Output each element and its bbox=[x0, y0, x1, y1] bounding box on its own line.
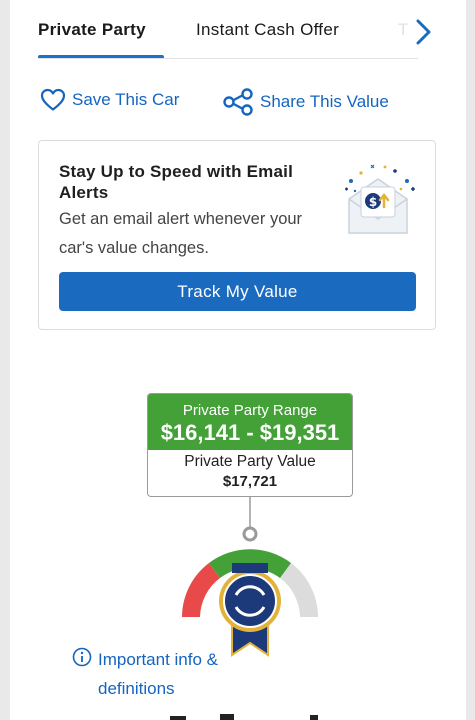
value-gauge bbox=[182, 497, 318, 657]
value-type-tabs: Private Party Instant Cash Offer T bbox=[38, 0, 458, 62]
private-party-value-box: Private Party Range $16,141 - $19,351 Pr… bbox=[147, 393, 353, 497]
email-alert-title: Stay Up to Speed with Email Alerts bbox=[59, 162, 293, 202]
svg-text:$: $ bbox=[369, 195, 377, 209]
email-alert-description: Get an email alert whenever your car's v… bbox=[59, 210, 303, 257]
private-party-value: $17,721 bbox=[222, 473, 278, 490]
heart-icon bbox=[40, 88, 66, 111]
badge-seal bbox=[219, 570, 281, 632]
email-alert-card: Stay Up to Speed with Email Alerts Get a… bbox=[38, 140, 436, 330]
range-label: Private Party Range bbox=[182, 402, 318, 419]
track-my-value-button[interactable]: Track My Value bbox=[59, 272, 416, 311]
tabs-divider bbox=[38, 58, 418, 59]
share-value-button[interactable]: Share This Value bbox=[222, 88, 389, 116]
page: Private Party Instant Cash Offer T Save … bbox=[10, 0, 466, 720]
important-info-link[interactable]: Important info & definitions bbox=[72, 645, 228, 703]
share-value-label: Share This Value bbox=[260, 92, 389, 111]
share-icon bbox=[223, 88, 253, 116]
range-header: Private Party Range $16,141 - $19,351 bbox=[148, 394, 352, 450]
gauge-red-segment bbox=[182, 563, 220, 617]
cutoff-content bbox=[170, 714, 318, 720]
badge-top-band bbox=[232, 563, 268, 573]
important-info-label: Important info & definitions bbox=[98, 650, 219, 698]
chevron-right-icon[interactable] bbox=[410, 16, 434, 48]
info-icon bbox=[72, 647, 92, 667]
save-car-button[interactable]: Save This Car bbox=[40, 88, 179, 112]
tab-instant-cash-offer[interactable]: Instant Cash Offer bbox=[196, 20, 339, 40]
email-dollar-envelope-icon: $ bbox=[345, 164, 415, 234]
tab-private-party[interactable]: Private Party bbox=[38, 20, 146, 40]
gauge-gray-segment bbox=[280, 563, 318, 617]
private-party-value-label: Private Party Value bbox=[184, 453, 316, 470]
gauge-pointer-knob bbox=[242, 526, 258, 542]
save-car-label: Save This Car bbox=[72, 90, 180, 109]
range-value: $16,141 - $19,351 bbox=[160, 420, 340, 445]
